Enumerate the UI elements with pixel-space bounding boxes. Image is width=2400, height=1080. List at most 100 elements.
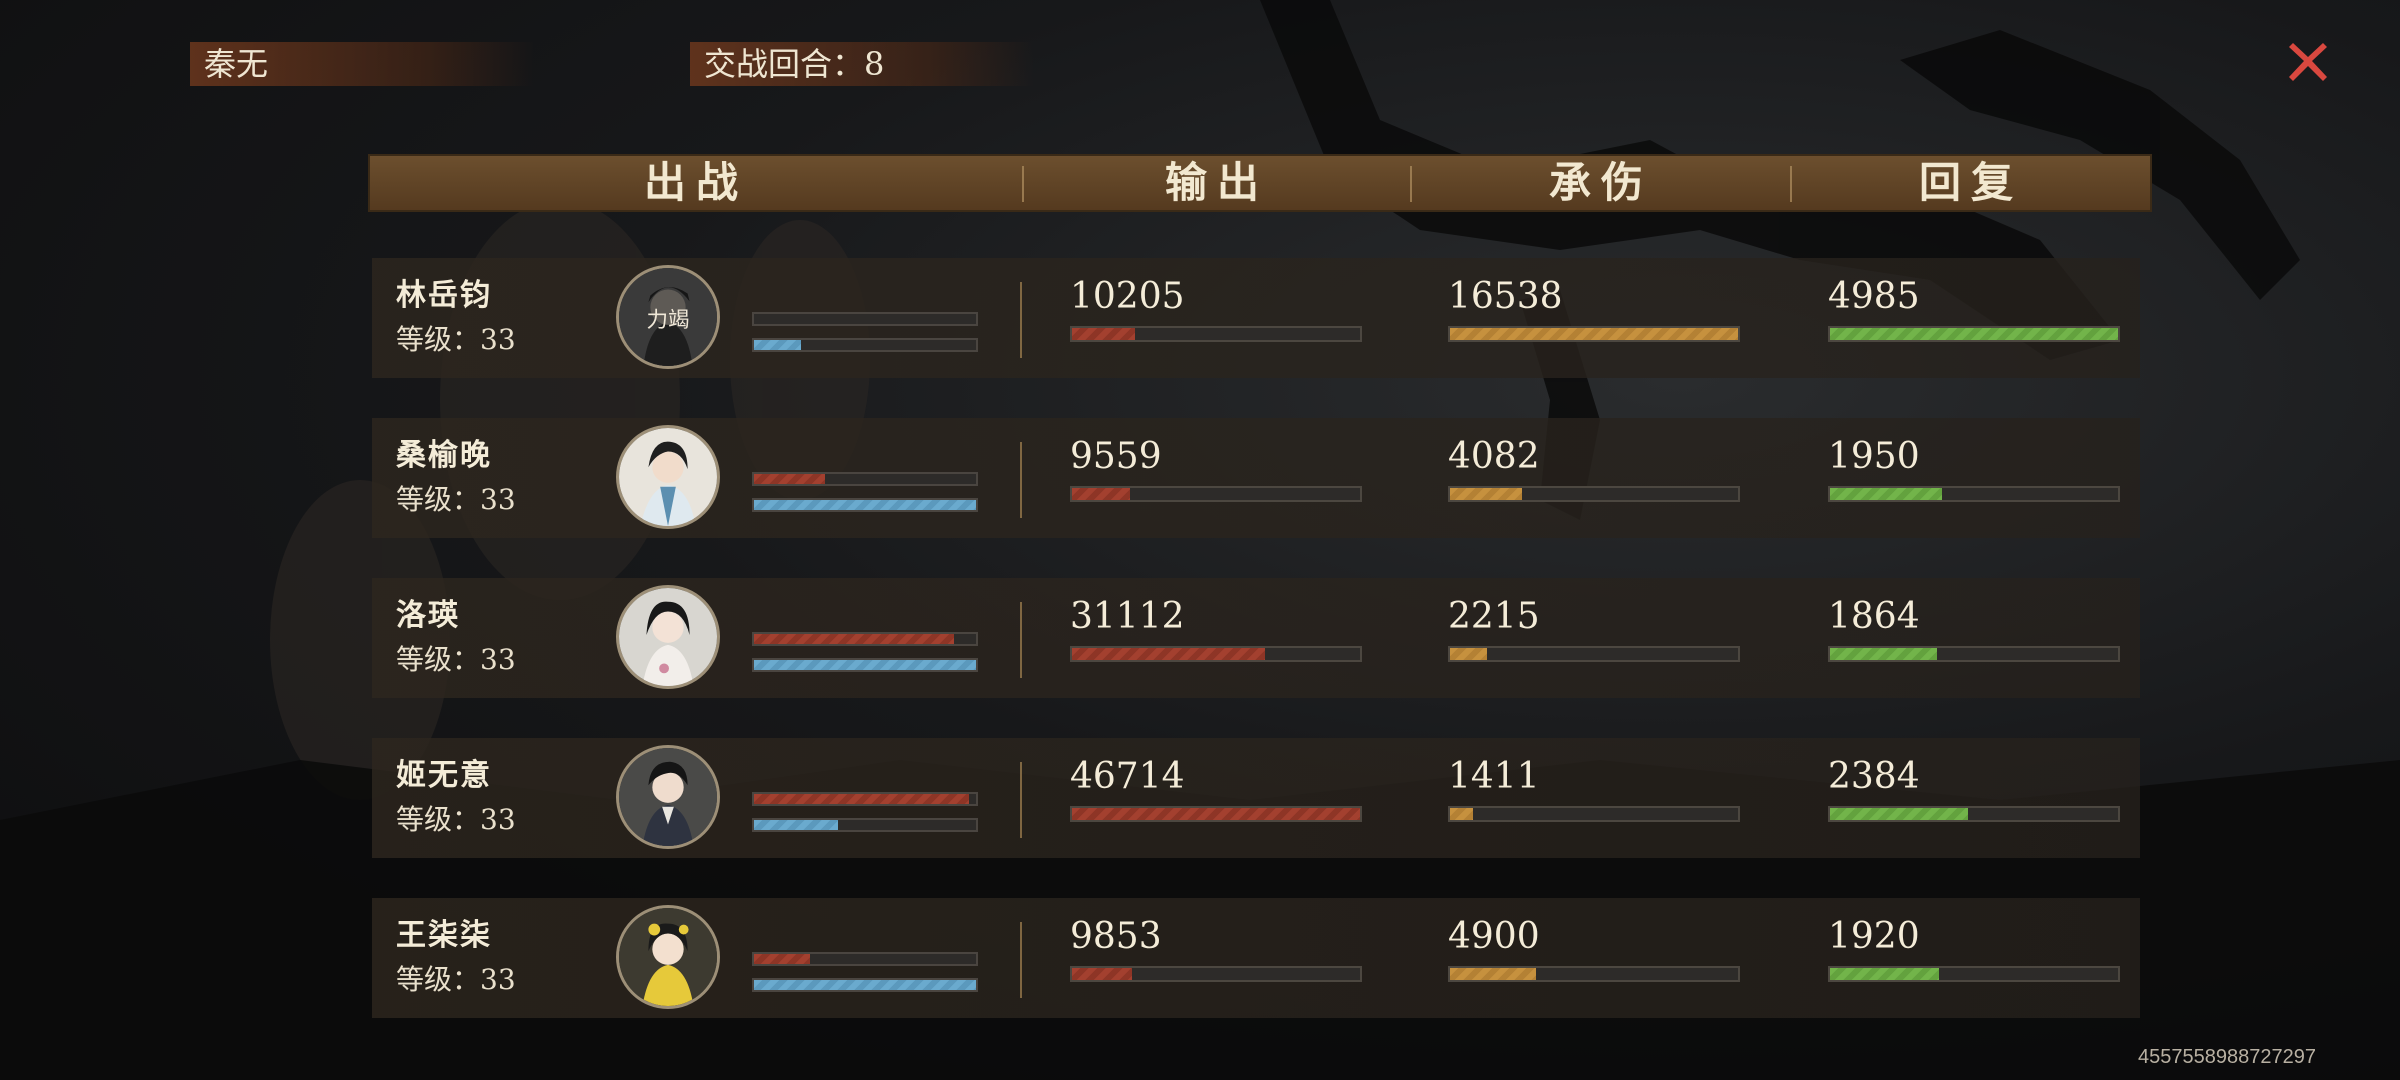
header-damage-taken: 承伤 — [1548, 158, 1653, 207]
damage-taken-bar — [1448, 966, 1740, 982]
damage-taken-bar — [1448, 806, 1740, 822]
character-portrait — [616, 905, 720, 1009]
heal-bar-fill — [1830, 648, 1937, 660]
character-level: 等级：33 — [396, 803, 516, 836]
damage-taken-value: 4900 — [1448, 916, 1540, 957]
output-value: 31112 — [1070, 596, 1185, 637]
character-row: 桑榆晚 等级：33 9559 4082 1950 — [372, 418, 2140, 538]
heal-bar — [1828, 486, 2120, 502]
heal-value: 4985 — [1828, 276, 1920, 317]
row-divider — [1020, 602, 1022, 678]
heal-value: 2384 — [1828, 756, 1920, 797]
character-row: 姬无意 等级：33 46714 1411 2384 — [372, 738, 2140, 858]
row-divider — [1020, 922, 1022, 998]
heal-bar-fill — [1830, 328, 2118, 340]
character-portrait — [616, 745, 720, 849]
hp-bar — [752, 472, 978, 486]
heal-bar — [1828, 646, 2120, 662]
output-bar — [1070, 326, 1362, 342]
damage-taken-bar — [1448, 486, 1740, 502]
output-bar — [1070, 806, 1362, 822]
character-portrait — [616, 425, 720, 529]
output-bar-fill — [1072, 328, 1136, 340]
character-level: 等级：33 — [396, 483, 516, 516]
mp-bar — [752, 818, 978, 832]
hp-bar — [752, 952, 978, 966]
header-deploy: 出战 — [643, 158, 748, 207]
mp-bar — [752, 978, 978, 992]
damage-taken-bar-fill — [1450, 488, 1522, 500]
row-divider — [1020, 762, 1022, 838]
mp-bar — [752, 498, 978, 512]
heal-bar — [1828, 966, 2120, 982]
battle-round-label: 交战回合：8 — [690, 42, 1034, 86]
heal-value: 1920 — [1828, 916, 1920, 957]
stats-table-header: 出战 输出 承伤 回复 — [368, 154, 2152, 212]
heal-bar — [1828, 326, 2120, 342]
output-value: 10205 — [1070, 276, 1185, 317]
character-name: 桑榆晚 — [396, 438, 492, 473]
damage-taken-value: 1411 — [1448, 756, 1540, 797]
hp-bar — [752, 792, 978, 806]
output-bar — [1070, 486, 1362, 502]
row-divider — [1020, 442, 1022, 518]
mp-bar-fill — [754, 980, 976, 990]
heal-value: 1950 — [1828, 436, 1920, 477]
output-bar — [1070, 966, 1362, 982]
output-value: 9853 — [1070, 916, 1162, 957]
hp-bar-fill — [754, 634, 954, 644]
hp-bar-fill — [754, 794, 970, 804]
heal-bar-fill — [1830, 968, 1940, 980]
character-name: 林岳钧 — [396, 278, 492, 313]
heal-bar-fill — [1830, 488, 1943, 500]
mp-bar — [752, 338, 978, 352]
damage-taken-bar-fill — [1450, 328, 1738, 340]
header-heal: 回复 — [1918, 158, 2023, 207]
damage-taken-bar-fill — [1450, 968, 1537, 980]
hp-bar — [752, 312, 978, 326]
close-button[interactable] — [2283, 35, 2333, 85]
character-row: 王柒柒 等级：33 9853 4900 1920 — [372, 898, 2140, 1018]
character-portrait — [616, 585, 720, 689]
heal-value: 1864 — [1828, 596, 1920, 637]
output-bar-fill — [1072, 808, 1360, 820]
damage-taken-value: 2215 — [1448, 596, 1540, 637]
damage-taken-value: 4082 — [1448, 436, 1540, 477]
row-divider — [1020, 282, 1022, 358]
mp-bar-fill — [754, 500, 976, 510]
damage-taken-bar-fill — [1450, 648, 1488, 660]
heal-bar — [1828, 806, 2120, 822]
damage-taken-bar-fill — [1450, 808, 1474, 820]
mp-bar — [752, 658, 978, 672]
session-id-text: 4557558988727297 — [2138, 1046, 2316, 1068]
hp-bar — [752, 632, 978, 646]
output-value: 9559 — [1070, 436, 1162, 477]
character-name: 姬无意 — [396, 758, 492, 793]
character-level: 等级：33 — [396, 323, 516, 356]
player-name-label: 秦无 — [190, 42, 534, 86]
mp-bar-fill — [754, 660, 976, 670]
output-bar — [1070, 646, 1362, 662]
output-bar-fill — [1072, 488, 1130, 500]
output-value: 46714 — [1070, 756, 1185, 797]
mp-bar-fill — [754, 820, 839, 830]
character-portrait: 力竭 — [616, 265, 720, 369]
character-name: 洛瑛 — [396, 598, 460, 633]
hp-bar-fill — [754, 474, 826, 484]
output-bar-fill — [1072, 648, 1265, 660]
damage-taken-bar — [1448, 326, 1740, 342]
mp-bar-fill — [754, 340, 801, 350]
character-level: 等级：33 — [396, 963, 516, 996]
output-bar-fill — [1072, 968, 1133, 980]
damage-taken-value: 16538 — [1448, 276, 1563, 317]
header-output: 输出 — [1164, 158, 1269, 207]
damage-taken-bar — [1448, 646, 1740, 662]
close-x-icon — [2289, 43, 2327, 81]
hp-bar-fill — [754, 954, 810, 964]
heal-bar-fill — [1830, 808, 1969, 820]
character-row: 洛瑛 等级：33 31112 2215 1864 — [372, 578, 2140, 698]
character-row: 林岳钧 等级：33 力竭 10205 16538 4985 — [372, 258, 2140, 378]
character-level: 等级：33 — [396, 643, 516, 676]
svg-text:力竭: 力竭 — [646, 308, 689, 333]
character-name: 王柒柒 — [396, 918, 492, 953]
